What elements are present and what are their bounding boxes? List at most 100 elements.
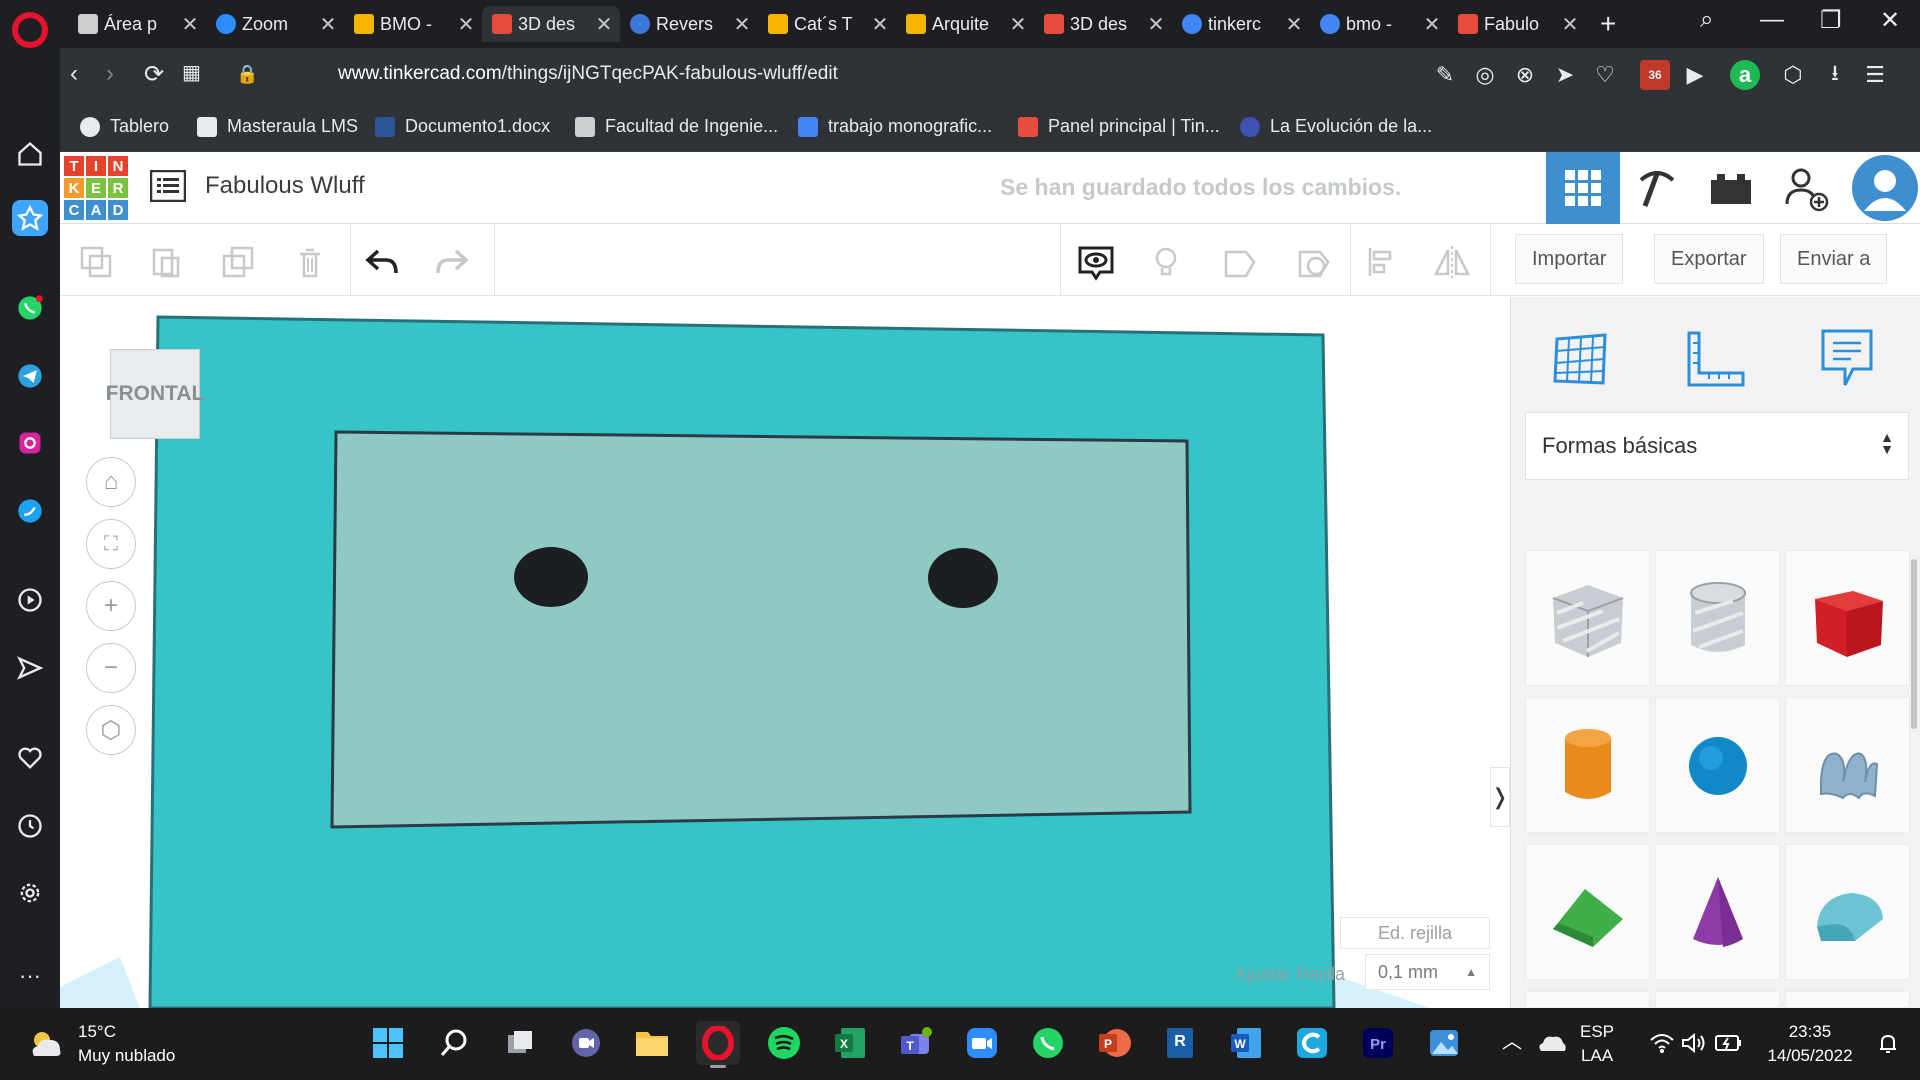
duplicate-icon[interactable] <box>216 242 260 282</box>
tabs-grid-icon[interactable]: ▦ <box>182 60 201 85</box>
tab-area[interactable]: Área p ✕ <box>68 6 206 42</box>
whatsapp-taskbar-icon[interactable] <box>1026 1021 1070 1065</box>
bmo-model[interactable] <box>60 297 1510 1008</box>
history-icon[interactable] <box>12 808 48 844</box>
settings-icon[interactable] <box>12 875 48 911</box>
shape-roof[interactable] <box>1525 844 1650 980</box>
teams-icon[interactable]: T <box>894 1021 938 1065</box>
heart-icon[interactable] <box>12 740 48 776</box>
workplane-canvas[interactable]: FRONTAL ⌂ ⛶ + − ⬡ Ed. rejilla Ajustar Re… <box>60 297 1510 1008</box>
player-icon[interactable] <box>12 582 48 618</box>
bookmark-trabajo[interactable]: trabajo monografic... <box>798 116 992 137</box>
shape-partial[interactable] <box>1525 991 1650 1008</box>
instagram-icon[interactable] <box>12 425 48 461</box>
tab-tinkercad-search[interactable]: tinkerc ✕ <box>1172 6 1310 42</box>
close-tab-icon[interactable]: ✕ <box>870 12 890 37</box>
bookmark-panel[interactable]: Panel principal | Tin... <box>1018 116 1220 137</box>
shape-category-select[interactable]: Formas básicas ▲ ▼ <box>1525 412 1909 480</box>
twitter-icon[interactable] <box>12 493 48 529</box>
tab-3d-design[interactable]: 3D des ✕ <box>1034 6 1172 42</box>
invite-user-button[interactable] <box>1768 152 1842 224</box>
copy-icon[interactable] <box>74 242 118 282</box>
more-icon[interactable]: ··· <box>12 958 48 994</box>
shape-cylinder[interactable] <box>1525 697 1650 833</box>
blocks-view-button[interactable] <box>1620 152 1694 224</box>
shape-scribble[interactable] <box>1785 697 1910 833</box>
export-button[interactable]: Exportar <box>1654 234 1764 284</box>
tab-bmo[interactable]: BMO - ✕ <box>344 6 482 42</box>
close-tab-icon[interactable]: ✕ <box>1008 12 1028 37</box>
new-tab-icon[interactable]: + <box>1600 8 1616 40</box>
redo-icon[interactable] <box>430 242 474 282</box>
tab-bmo-search[interactable]: bmo - ✕ <box>1310 6 1448 42</box>
speed-dial-icon[interactable] <box>12 200 48 236</box>
show-hidden-icons[interactable]: ︿ <box>1502 1030 1522 1054</box>
mirror-icon[interactable] <box>1430 242 1474 282</box>
close-tab-icon[interactable]: ✕ <box>732 12 752 37</box>
close-tab-icon[interactable]: ✕ <box>594 12 614 37</box>
bricks-view-button[interactable] <box>1694 152 1768 224</box>
easy-setup-icon[interactable]: ☰ <box>1860 60 1890 90</box>
bookmark-evolucion[interactable]: La Evolución de la... <box>1240 116 1432 137</box>
send-to-button[interactable]: Enviar a <box>1780 234 1888 284</box>
zoom-icon[interactable] <box>960 1021 1004 1065</box>
notes-icon[interactable] <box>1807 319 1887 399</box>
import-button[interactable]: Importar <box>1515 234 1624 284</box>
home-icon[interactable] <box>12 136 48 172</box>
extension-a-icon[interactable]: a <box>1730 60 1760 90</box>
panel-scrollbar[interactable] <box>1911 559 1917 729</box>
tab-fabulous[interactable]: Fabulo ✕ <box>1448 6 1586 42</box>
perspective-icon[interactable]: ⬡ <box>86 705 136 755</box>
hole-shape-icon[interactable] <box>1292 242 1336 282</box>
tracker-blocker-icon[interactable]: ⊗ <box>1510 60 1540 90</box>
start-icon[interactable] <box>366 1021 410 1065</box>
search-tabs-icon[interactable]: ⌕ <box>1700 6 1713 34</box>
tab-arquitectura[interactable]: Arquite ✕ <box>896 6 1034 42</box>
tinkercad-logo[interactable]: T I N K E R C A D <box>64 156 128 220</box>
shape-partial[interactable] <box>1785 991 1910 1008</box>
tab-zoom[interactable]: Zoom ✕ <box>206 6 344 42</box>
bookmark-heart-icon[interactable]: ♡ <box>1590 60 1620 90</box>
shape-box-hole[interactable] <box>1525 550 1650 686</box>
edit-icon[interactable]: ✎ <box>1430 60 1460 90</box>
send-icon[interactable] <box>12 650 48 686</box>
bookmark-masteraula[interactable]: Masteraula LMS <box>197 116 358 137</box>
zoom-out-icon[interactable]: − <box>86 643 136 693</box>
search-icon[interactable] <box>432 1021 476 1065</box>
battery-icon[interactable] <box>1706 1021 1750 1065</box>
shape-partial[interactable] <box>1655 991 1780 1008</box>
reload-icon[interactable]: ⟳ <box>144 60 164 89</box>
file-explorer-icon[interactable] <box>630 1021 674 1065</box>
close-tab-icon[interactable]: ✕ <box>318 12 338 37</box>
language-indicator[interactable]: ESP LAA <box>1580 1020 1614 1068</box>
bookmark-facultad[interactable]: Facultad de Ingenie... <box>575 116 778 137</box>
cube-extension-icon[interactable]: ⬡ <box>1778 60 1808 90</box>
tab-reverso[interactable]: Revers ✕ <box>620 6 758 42</box>
show-all-icon[interactable] <box>1074 242 1118 282</box>
shape-cylinder-hole[interactable] <box>1655 550 1780 686</box>
excel-icon[interactable]: X <box>828 1021 872 1065</box>
ccleaner-icon[interactable] <box>1290 1021 1334 1065</box>
close-tab-icon[interactable]: ✕ <box>1146 12 1166 37</box>
home-view-icon[interactable]: ⌂ <box>86 457 136 507</box>
project-title[interactable]: Fabulous Wluff <box>205 172 365 200</box>
weather-widget[interactable]: 15°C Muy nublado <box>28 1020 175 1068</box>
telegram-icon[interactable] <box>12 358 48 394</box>
spotify-icon[interactable] <box>762 1021 806 1065</box>
3d-view-button[interactable] <box>1546 152 1620 224</box>
close-window-icon[interactable]: ✕ <box>1880 6 1900 35</box>
cursor-extension-icon[interactable]: ▶ <box>1680 60 1710 90</box>
onedrive-icon[interactable] <box>1530 1021 1574 1065</box>
ublock-icon[interactable]: 36 <box>1640 60 1670 90</box>
shape-cone[interactable] <box>1655 844 1780 980</box>
close-tab-icon[interactable]: ✕ <box>1422 12 1442 37</box>
close-tab-icon[interactable]: ✕ <box>1284 12 1304 37</box>
task-view-icon[interactable] <box>498 1021 542 1065</box>
bookmark-tablero[interactable]: Tablero <box>80 116 169 137</box>
view-cube[interactable]: FRONTAL <box>106 349 204 439</box>
revit-icon[interactable]: R <box>1158 1021 1202 1065</box>
opera-logo-icon[interactable] <box>12 12 48 48</box>
camera-icon[interactable]: ◎ <box>1470 60 1500 90</box>
url-field[interactable]: www.tinkercad.com/things/ijNGTqecPAK-fab… <box>338 63 838 85</box>
shape-round-roof[interactable] <box>1785 844 1910 980</box>
